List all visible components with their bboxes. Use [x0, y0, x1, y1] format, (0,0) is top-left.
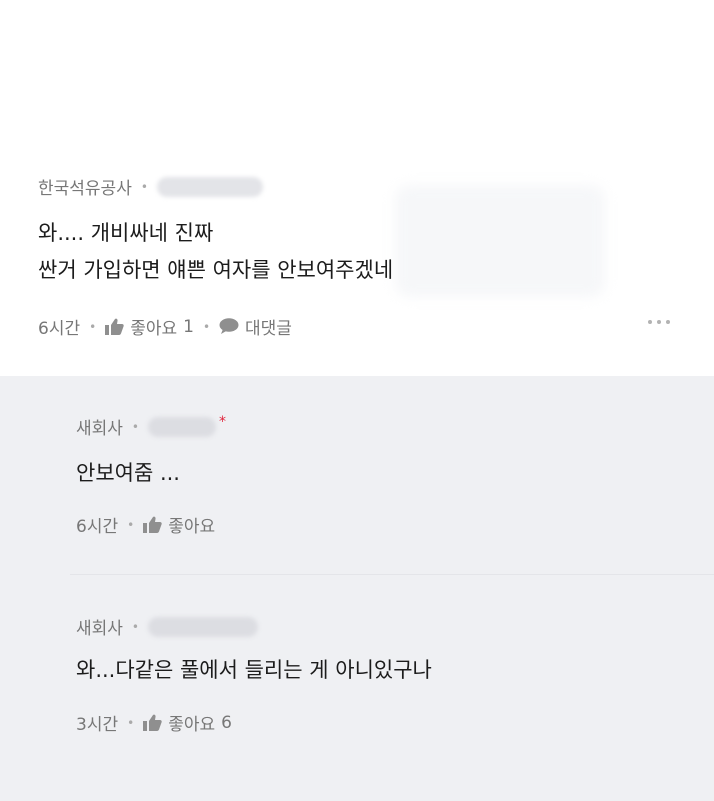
new-badge: * [219, 413, 226, 430]
reply-button[interactable]: 대댓글 [219, 314, 292, 339]
reply-time: 3시간 [76, 715, 119, 735]
reply-time: 6시간 [76, 517, 119, 537]
blurred-username [156, 176, 263, 197]
reply-text: 와...다같은 풀에서 들리는 게 아니있구나 [76, 658, 432, 682]
comment-line: 싼거 가입하면 얘쁜 여자를 안보여주겠네 [38, 258, 394, 282]
like-button[interactable]: 좋아요 6 [143, 710, 232, 735]
separator-dot: • [89, 319, 97, 334]
reply-label: 대댓글 [245, 319, 292, 339]
reply-author[interactable]: 새회사 [76, 614, 123, 639]
separator-dot: • [131, 419, 139, 434]
reply-text: 안보여줌 ... [76, 461, 180, 485]
like-label: 좋아요 [130, 319, 178, 339]
separator-dot: • [127, 517, 135, 532]
reply-actions: 3시간 • 좋아요 6 [76, 710, 232, 736]
like-button[interactable]: 좋아요 1 [105, 314, 194, 339]
replies-section [0, 376, 714, 801]
separator-dot: • [131, 619, 139, 634]
comment: 한국석유공사 • 와.... 개비싸네 진짜 싼거 가입하면 얘쁜 여자를 안보… [0, 0, 714, 376]
separator-dot: • [127, 715, 135, 730]
comment-line: 와.... 개비싸네 진짜 [38, 221, 214, 245]
blurred-username [148, 416, 216, 437]
divider [70, 574, 714, 575]
comment-text: 와.... 개비싸네 진짜 싼거 가입하면 얘쁜 여자를 안보여주겠네 [38, 215, 393, 289]
thumbs-up-icon [143, 516, 162, 533]
like-button[interactable]: 좋아요 [143, 512, 215, 537]
like-count: 6 [221, 712, 232, 733]
more-dots-icon[interactable] [648, 320, 670, 324]
blurred-username [148, 616, 258, 637]
separator-dot: • [140, 179, 148, 194]
like-count: 1 [183, 316, 194, 337]
reply-meta: 새회사 • * [76, 413, 226, 440]
like-label: 좋아요 [168, 715, 216, 735]
like-label: 좋아요 [168, 517, 216, 537]
thumbs-up-icon [105, 318, 124, 335]
reply-author[interactable]: 새회사 [76, 414, 123, 439]
separator-dot: • [202, 319, 211, 334]
thumbs-up-icon [143, 714, 162, 731]
comment-actions: 6시간 • 좋아요 1 • 대댓글 [38, 314, 292, 340]
comment-author[interactable]: 한국석유공사 [38, 174, 132, 199]
speech-bubble-icon [219, 318, 239, 334]
comment-meta: 한국석유공사 • [38, 174, 263, 199]
comment-time: 6시간 [38, 319, 81, 339]
reply-actions: 6시간 • 좋아요 [76, 512, 215, 537]
reply-meta: 새회사 • [76, 614, 258, 639]
blurred-region [395, 185, 605, 297]
